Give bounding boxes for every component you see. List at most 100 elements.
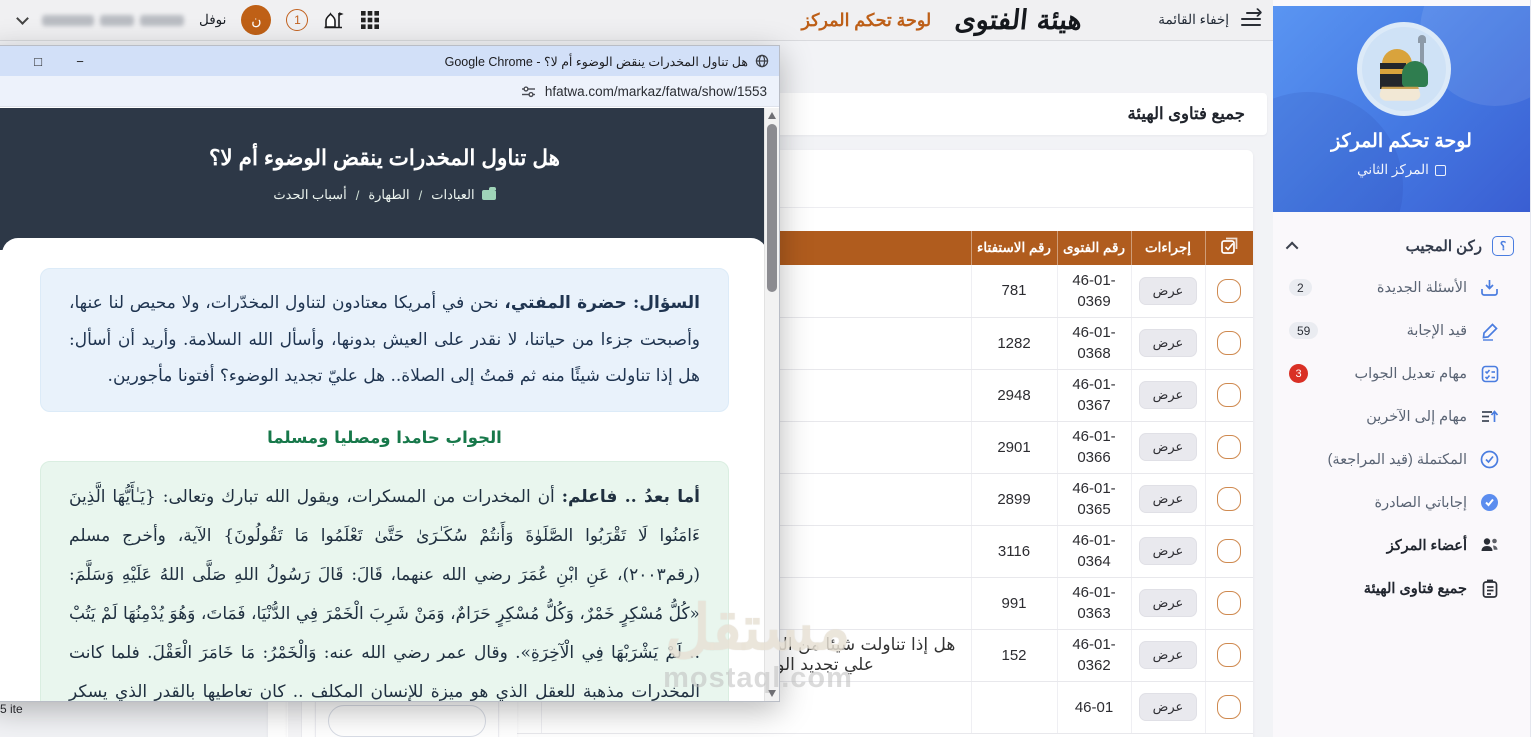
avatar[interactable]: ن bbox=[241, 5, 272, 35]
popup-scrollbar[interactable] bbox=[764, 108, 779, 701]
view-button[interactable]: عرض bbox=[1138, 381, 1198, 409]
column-header-fatwa-no[interactable]: رقم الفتوى bbox=[1056, 231, 1131, 265]
sidebar-item-all-fatwas[interactable]: جميع فتاوى الهيئة bbox=[1273, 567, 1530, 610]
page-title: جميع فتاوى الهيئة bbox=[1127, 105, 1245, 123]
apps-grid-icon[interactable] bbox=[360, 10, 380, 30]
sidebar-item-edit-answer-tasks[interactable]: مهام تعديل الجواب 3 bbox=[1273, 352, 1530, 395]
chevron-up-icon[interactable] bbox=[1285, 241, 1299, 254]
minimize-icon[interactable]: − bbox=[72, 54, 88, 69]
popup-titlebar[interactable]: × □ − هل تناول المخدرات ينقض الوضوء أم ل… bbox=[0, 46, 779, 76]
count-badge: 2 bbox=[1289, 279, 1312, 296]
question-bubble-icon: ؟ bbox=[1492, 236, 1514, 256]
mosque-icon[interactable] bbox=[323, 9, 345, 31]
filter-input-fiqh-chapter[interactable] bbox=[328, 705, 486, 737]
scroll-up-arrow-icon[interactable] bbox=[768, 112, 776, 119]
view-button[interactable]: عرض bbox=[1138, 693, 1198, 721]
notification-badge[interactable]: 1 bbox=[286, 9, 309, 31]
breadcrumb: العبادات / الطهارة / أسباب الحدث bbox=[0, 187, 779, 203]
globe-icon bbox=[755, 54, 769, 68]
fatwa-authority-logo: هيئة الفتوى bbox=[953, 4, 1084, 36]
request-number-cell: 2899 bbox=[970, 473, 1057, 526]
fatwa-popup-window: × □ − هل تناول المخدرات ينقض الوضوء أم ل… bbox=[0, 45, 780, 702]
row-checkbox[interactable] bbox=[1217, 435, 1242, 459]
row-checkbox[interactable] bbox=[1217, 591, 1242, 615]
sidebar-item-new-questions[interactable]: الأسئلة الجديدة 2 bbox=[1273, 266, 1530, 309]
sidebar: لوحة تحكم المركز المركز الثاني ؟ ركن الم… bbox=[1273, 0, 1531, 737]
kaaba-icon bbox=[1434, 164, 1446, 176]
view-button[interactable]: عرض bbox=[1138, 641, 1198, 669]
fatwa-page: هل تناول المخدرات ينقض الوضوء أم لا؟ الع… bbox=[0, 108, 779, 701]
popup-address-bar[interactable]: hfatwa.com/markaz/fatwa/show/1553 bbox=[0, 76, 779, 107]
view-button[interactable]: عرض bbox=[1138, 485, 1198, 513]
table-footer-info: 5 items bbox=[0, 702, 23, 716]
sidebar-item-my-issued-answers[interactable]: إجاباتي الصادرة bbox=[1273, 481, 1530, 524]
clipboard-icon bbox=[1479, 578, 1500, 599]
row-checkbox[interactable] bbox=[1217, 695, 1242, 719]
hide-menu-icon[interactable] bbox=[1239, 7, 1263, 28]
sidebar-item-completed-under-review[interactable]: المكتملة (قيد المراجعة) bbox=[1273, 438, 1530, 481]
scroll-down-arrow-icon[interactable] bbox=[768, 690, 776, 697]
answer-text: أما بعدُ .. فاعلم: أن المخدرات من المسكر… bbox=[69, 486, 700, 701]
row-checkbox[interactable] bbox=[1217, 539, 1242, 563]
request-number-cell: 1282 bbox=[970, 317, 1057, 370]
view-button[interactable]: عرض bbox=[1138, 589, 1198, 617]
close-icon[interactable]: × bbox=[0, 54, 4, 69]
send-up-icon bbox=[1479, 406, 1500, 427]
count-badge-red: 3 bbox=[1289, 364, 1308, 383]
chevron-down-icon[interactable] bbox=[16, 11, 29, 25]
breadcrumb-hadath-causes[interactable]: أسباب الحدث bbox=[273, 187, 346, 203]
view-button[interactable]: عرض bbox=[1138, 433, 1198, 461]
column-header-request-no[interactable]: رقم الاستفتاء bbox=[970, 231, 1057, 265]
row-checkbox[interactable] bbox=[1217, 383, 1242, 407]
fatwa-number-cell: 46-01-0368 bbox=[1056, 317, 1131, 370]
select-all-header[interactable] bbox=[1204, 231, 1253, 265]
select-all-icon[interactable] bbox=[1220, 237, 1239, 256]
sidebar-item-in-progress[interactable]: قيد الإجابة 59 bbox=[1273, 309, 1530, 352]
inbox-down-icon bbox=[1479, 277, 1500, 298]
window-title: هل تناول المخدرات ينقض الوضوء أم لا؟ - G… bbox=[445, 54, 769, 69]
hide-menu-label[interactable]: إخفاء القائمة bbox=[1158, 12, 1229, 28]
request-number-cell: 2901 bbox=[970, 421, 1057, 474]
sidebar-item-tasks-to-others[interactable]: مهام إلى الآخرين bbox=[1273, 395, 1530, 438]
question-text: السؤال: حضرة المفتي، نحن في أمريكا معتاد… bbox=[69, 293, 700, 387]
view-button[interactable]: عرض bbox=[1138, 276, 1198, 305]
request-number-cell: 991 bbox=[970, 577, 1057, 630]
sidebar-subtitle: المركز الثاني bbox=[1273, 162, 1530, 178]
sidebar-header: لوحة تحكم المركز المركز الثاني bbox=[1273, 6, 1530, 212]
fatwa-number-cell: 46-01-0364 bbox=[1056, 525, 1131, 578]
check-circle-icon bbox=[1479, 449, 1500, 470]
user-name: نوفل bbox=[199, 12, 227, 27]
breadcrumb-purity[interactable]: الطهارة bbox=[368, 187, 409, 203]
maximize-icon[interactable]: □ bbox=[30, 54, 46, 69]
view-button[interactable]: عرض bbox=[1138, 537, 1198, 565]
row-checkbox[interactable] bbox=[1217, 487, 1242, 511]
mosque-image bbox=[1362, 27, 1446, 111]
fatwa-number-cell: 46-01-0363 bbox=[1056, 577, 1131, 630]
seal-check-icon bbox=[1479, 492, 1500, 513]
fatwa-number-cell: 46-01-0367 bbox=[1056, 369, 1131, 422]
view-button[interactable]: عرض bbox=[1138, 329, 1198, 357]
fatwa-header: هل تناول المخدرات ينقض الوضوء أم لا؟ الع… bbox=[0, 108, 779, 250]
column-header-actions[interactable]: إجراءات bbox=[1130, 231, 1205, 265]
scrollbar-thumb[interactable] bbox=[767, 124, 777, 292]
row-checkbox[interactable] bbox=[1217, 278, 1242, 303]
panel-title: لوحة تحكم المركز bbox=[801, 9, 932, 30]
url-text[interactable]: hfatwa.com/markaz/fatwa/show/1553 bbox=[545, 84, 767, 99]
sidebar-section-responder-corner[interactable]: ؟ ركن المجيب bbox=[1273, 226, 1530, 266]
count-badge: 59 bbox=[1289, 322, 1319, 339]
fatwa-card: السؤال: حضرة المفتي، نحن في أمريكا معتاد… bbox=[2, 238, 767, 701]
sidebar-menu: ؟ ركن المجيب الأسئلة الجديدة 2 قيد الإجا… bbox=[1273, 212, 1530, 610]
fatwa-number-cell: 46-01-0365 bbox=[1056, 473, 1131, 526]
site-settings-icon[interactable] bbox=[521, 85, 536, 98]
fatwa-title: هل تناول المخدرات ينقض الوضوء أم لا؟ bbox=[209, 146, 560, 170]
folder-icon bbox=[481, 187, 496, 200]
question-box: السؤال: حضرة المفتي، نحن في أمريكا معتاد… bbox=[40, 268, 729, 412]
answer-box: أما بعدُ .. فاعلم: أن المخدرات من المسكر… bbox=[40, 460, 729, 701]
sidebar-item-center-members[interactable]: أعضاء المركز bbox=[1273, 524, 1530, 567]
user-fullname-blurred bbox=[42, 14, 184, 26]
topbar-user-area: نوفل ن 1 bbox=[16, 5, 380, 35]
row-checkbox[interactable] bbox=[1217, 643, 1242, 667]
fatwa-number-cell: 46-01-0362 bbox=[1056, 629, 1131, 682]
breadcrumb-worship[interactable]: العبادات bbox=[431, 187, 474, 203]
row-checkbox[interactable] bbox=[1217, 331, 1242, 355]
